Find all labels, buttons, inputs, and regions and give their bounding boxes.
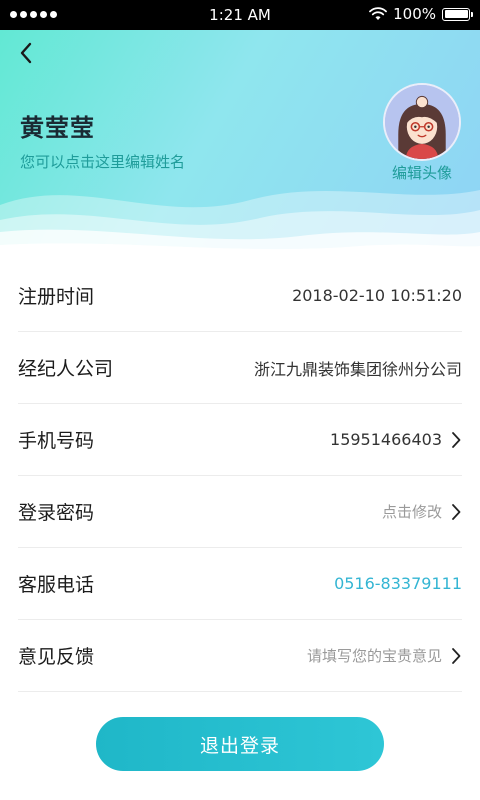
status-right: 100% [369,5,473,23]
profile-header: 1:21 AM 100% 黄莹莹 您可以点击这里编辑姓名 编辑头像 [0,0,480,260]
row-label: 客服电话 [18,574,95,596]
user-name[interactable]: 黄莹莹 [20,108,95,143]
battery-icon [442,7,473,21]
chevron-left-icon [20,42,32,64]
back-button[interactable] [12,38,42,68]
row-agent-company: 经纪人公司 浙江九鼎装饰集团徐州分公司 [18,332,462,404]
phone-value: 15951466403 [330,430,442,449]
avatar-cartoon-girl-icon [385,85,459,159]
row-label: 注册时间 [18,286,95,308]
chevron-right-icon [452,503,461,520]
feedback-placeholder: 请填写您的宝贵意见 [306,647,442,665]
row-label: 意见反馈 [18,646,95,668]
password-edit-hint: 点击修改 [381,503,442,521]
chevron-right-icon [452,431,461,448]
row-phone[interactable]: 手机号码 15951466403 [18,404,462,476]
row-label: 手机号码 [18,430,95,452]
row-register-time: 注册时间 2018-02-10 10:51:20 [18,260,462,332]
avatar[interactable] [383,83,461,161]
row-label: 经纪人公司 [18,358,114,380]
battery-percent: 100% [393,5,436,23]
wifi-icon [369,7,388,20]
logout-button[interactable]: 退出登录 [96,717,384,771]
row-service-phone[interactable]: 客服电话 0516-83379111 [18,548,462,620]
edit-avatar-label[interactable]: 编辑头像 [372,162,472,183]
chevron-right-icon [452,647,461,664]
service-phone-link[interactable]: 0516-83379111 [334,574,462,593]
row-label: 登录密码 [18,502,95,524]
register-time-value: 2018-02-10 10:51:20 [292,286,462,305]
edit-name-hint[interactable]: 您可以点击这里编辑姓名 [20,151,185,172]
row-feedback[interactable]: 意见反馈 请填写您的宝贵意见 [18,620,462,692]
status-bar: 1:21 AM 100% [0,0,480,30]
agent-company-value: 浙江九鼎装饰集团徐州分公司 [253,359,462,379]
profile-info-list: 注册时间 2018-02-10 10:51:20 经纪人公司 浙江九鼎装饰集团徐… [0,260,480,692]
row-password[interactable]: 登录密码 点击修改 [18,476,462,548]
